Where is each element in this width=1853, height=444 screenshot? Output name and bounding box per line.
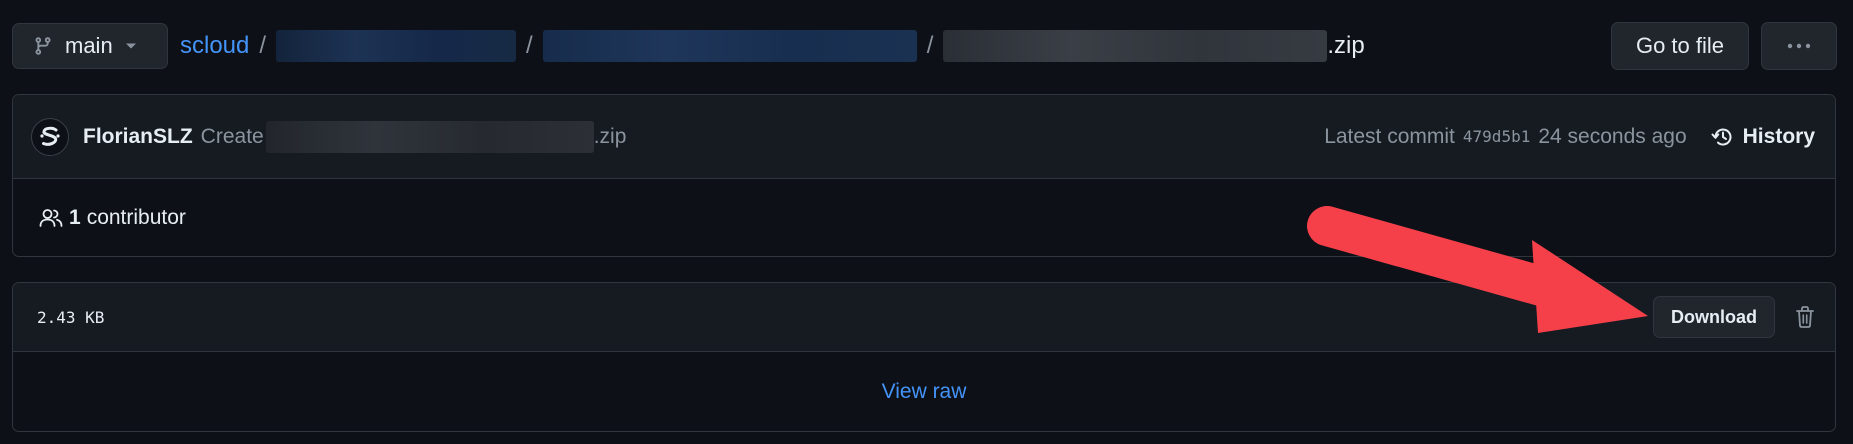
- history-button[interactable]: History: [1711, 125, 1815, 149]
- author-avatar-logo: [40, 126, 60, 146]
- breadcrumb-file-extension: .zip: [1327, 32, 1365, 59]
- commit-message-prefix: Create: [200, 124, 264, 148]
- chevron-down-icon: [125, 43, 136, 49]
- download-button[interactable]: Download: [1653, 296, 1775, 338]
- view-raw-link[interactable]: View raw: [882, 380, 967, 404]
- breadcrumb-redacted-filename: [943, 30, 1328, 62]
- branch-name: main: [65, 33, 113, 58]
- latest-commit-label: Latest commit: [1324, 124, 1455, 148]
- breadcrumb: scloud / / / .zip: [180, 30, 1365, 62]
- breadcrumb-separator: /: [259, 32, 267, 59]
- commit-meta: Latest commit 479d5b1 24 seconds ago His…: [1324, 125, 1815, 149]
- avatar[interactable]: [31, 117, 69, 156]
- people-icon: [39, 209, 63, 227]
- breadcrumb-redacted-folder-2[interactable]: [542, 30, 917, 62]
- commit-message-suffix: .zip: [593, 124, 627, 148]
- go-to-file-button[interactable]: Go to file: [1611, 22, 1749, 70]
- breadcrumb-separator: /: [526, 32, 533, 59]
- trash-icon: [1796, 306, 1814, 328]
- contributor-label: contributor: [86, 206, 186, 229]
- file-navigation-bar: main scloud / / / .zip Go to file: [12, 22, 1837, 70]
- commit-sha-link[interactable]: 479d5b1: [1463, 127, 1530, 146]
- contributors-row[interactable]: 1 contributor: [13, 179, 1835, 257]
- file-content: View raw: [13, 352, 1835, 431]
- file-size: 2.43 KB: [37, 307, 105, 327]
- commit-time: 24 seconds ago: [1538, 124, 1687, 148]
- breadcrumb-separator: /: [926, 32, 934, 59]
- kebab-horizontal-icon: [1787, 43, 1811, 49]
- delete-file-button[interactable]: [1795, 305, 1815, 329]
- history-label: History: [1742, 124, 1815, 148]
- commit-message-link[interactable]: Create .zip: [200, 120, 627, 153]
- file-header: 2.43 KB Download: [13, 283, 1835, 352]
- history-icon: [1711, 128, 1732, 145]
- commit-row: FlorianSLZ Create .zip Latest commit 479…: [13, 95, 1835, 179]
- commit-message-redacted: [265, 120, 594, 153]
- branch-selector-button[interactable]: main: [12, 23, 168, 69]
- breadcrumb-repo-link[interactable]: scloud: [180, 32, 249, 60]
- git-branch-icon: [35, 37, 51, 55]
- contributor-count: 1: [69, 206, 81, 229]
- more-options-button[interactable]: [1761, 22, 1837, 70]
- commit-author-link[interactable]: FlorianSLZ: [83, 125, 193, 149]
- breadcrumb-redacted-folder-1[interactable]: [276, 30, 517, 62]
- latest-commit-box: FlorianSLZ Create .zip Latest commit 479…: [12, 94, 1836, 257]
- file-viewer: 2.43 KB Download View raw: [12, 282, 1836, 432]
